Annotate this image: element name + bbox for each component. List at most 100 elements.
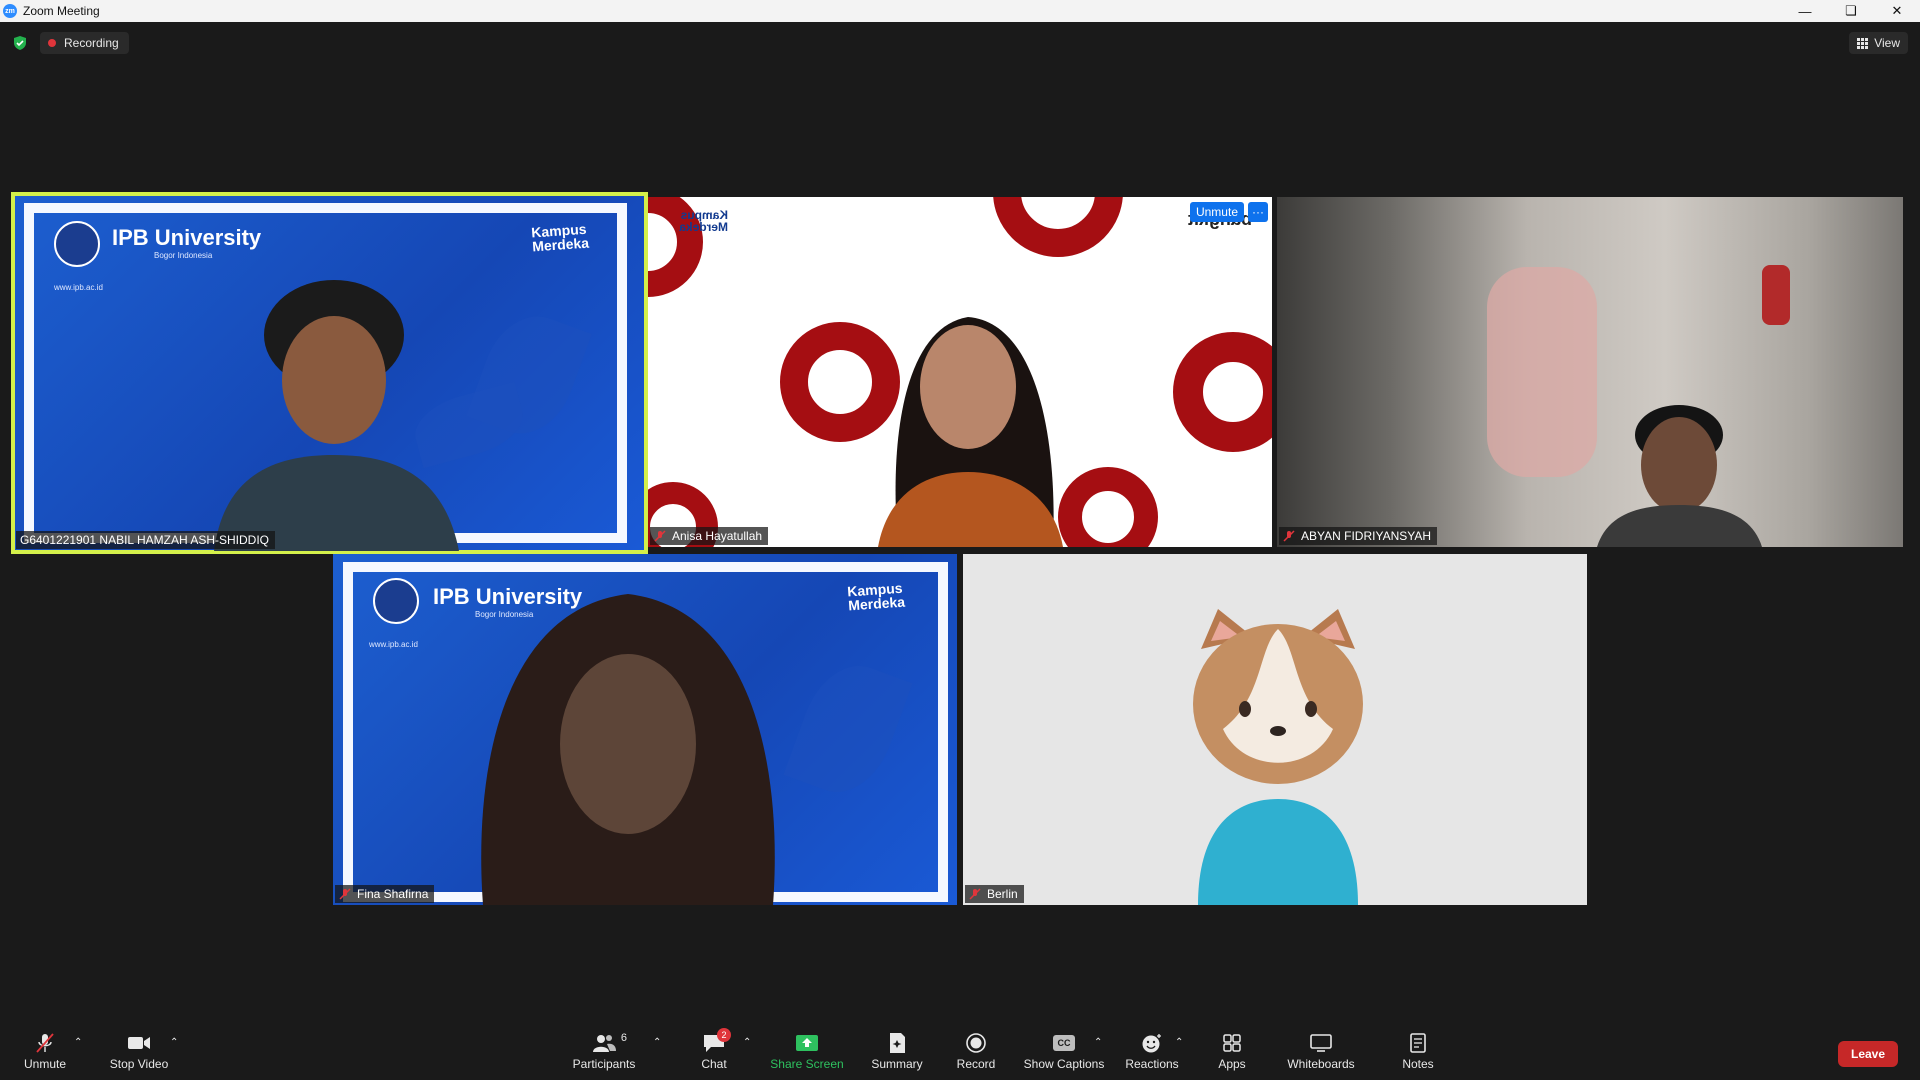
notes-label: Notes (1402, 1057, 1434, 1071)
video-tile[interactable]: Berlin (963, 554, 1587, 905)
participant-video (1597, 405, 1762, 547)
video-camera-icon (128, 1037, 150, 1049)
show-captions-button[interactable]: CC Show Captions (1022, 1024, 1106, 1080)
whiteboard-icon (1310, 1034, 1332, 1052)
ipb-seal-logo (373, 578, 419, 624)
participant-name: G6401221901 NABIL HAMZAH ASH-SHIDDIQ (20, 533, 269, 547)
recording-indicator[interactable]: Recording (40, 32, 129, 54)
muted-mic-icon (339, 888, 351, 900)
video-tile[interactable]: IPB University Bogor Indonesia www.ipb.a… (11, 192, 648, 554)
chat-button[interactable]: 2 Chat (688, 1024, 740, 1080)
participant-name: Berlin (987, 887, 1018, 901)
summary-icon (890, 1033, 905, 1053)
grid-icon (1857, 37, 1869, 49)
captions-options-caret-icon[interactable]: ⌃ (1094, 1037, 1102, 1048)
kampus-merdeka-logo: Kampus Merdeka (530, 220, 590, 255)
share-screen-button[interactable]: Share Screen (768, 1024, 846, 1080)
participants-count: 6 (620, 1032, 627, 1044)
notes-icon (1410, 1033, 1426, 1053)
whiteboards-label: Whiteboards (1287, 1057, 1355, 1071)
minimize-button[interactable]: — (1782, 0, 1828, 22)
participants-label: Participants (572, 1057, 636, 1071)
audio-options-caret-icon[interactable]: ⌃ (74, 1037, 82, 1048)
apps-icon (1223, 1034, 1241, 1052)
reactions-smiley-icon (1142, 1034, 1161, 1053)
participant-name-tag: Anisa Hayatullah (650, 527, 769, 545)
more-options-button[interactable]: ··· (1248, 202, 1268, 222)
chat-unread-badge: 2 (717, 1028, 731, 1042)
meeting-toolbar: Unmute ⌃ Stop Video ⌃ 6 Participants ⌃ 2 (0, 1024, 1920, 1080)
ring-decoration (993, 197, 1123, 257)
muted-mic-icon (1283, 530, 1295, 542)
reactions-options-caret-icon[interactable]: ⌃ (1175, 1037, 1183, 1048)
muted-mic-icon (654, 530, 666, 542)
participant-name-tag: Fina Shafirna (335, 885, 435, 903)
record-label: Record (956, 1057, 996, 1071)
unmute-button[interactable]: Unmute (16, 1024, 74, 1080)
participant-video (481, 594, 775, 905)
video-options-caret-icon[interactable]: ⌃ (170, 1037, 178, 1048)
chat-icon-wrap: 2 (701, 1028, 731, 1054)
view-label: View (1874, 36, 1900, 50)
muted-mic-icon (969, 888, 981, 900)
recording-dot-icon (48, 39, 56, 47)
chat-label: Chat (701, 1057, 727, 1071)
participant-video (214, 280, 459, 551)
stop-video-label: Stop Video (109, 1057, 169, 1071)
reactions-label: Reactions (1125, 1057, 1179, 1071)
show-captions-label: Show Captions (1023, 1057, 1105, 1071)
video-tile[interactable]: IPB University Bogor Indonesia www.ipb.a… (333, 554, 957, 905)
window-controls: — ❏ ✕ (1782, 0, 1920, 22)
unmute-participant-button[interactable]: Unmute (1189, 202, 1244, 222)
close-button[interactable]: ✕ (1874, 0, 1920, 22)
notes-button[interactable]: Notes (1396, 1024, 1440, 1080)
stop-video-button[interactable]: Stop Video (104, 1024, 174, 1080)
ipb-seal-logo (54, 221, 100, 267)
title-bar: zm Zoom Meeting — ❏ ✕ (0, 0, 1920, 22)
participants-button[interactable]: 6 Participants (568, 1024, 640, 1080)
apps-button[interactable]: Apps (1210, 1024, 1254, 1080)
ring-decoration (1173, 332, 1272, 452)
whiteboards-button[interactable]: Whiteboards (1282, 1024, 1360, 1080)
leave-button[interactable]: Leave (1838, 1041, 1898, 1067)
participant-video (878, 317, 1063, 547)
video-tile[interactable]: KampusMerdeka bangkit Unmute ··· Anisa H… (648, 197, 1272, 547)
captions-icon: CC (1053, 1035, 1075, 1051)
share-screen-icon (796, 1035, 818, 1051)
background-subtitle: Bogor Indonesia (154, 251, 213, 260)
meeting-status-bar: Recording View (0, 22, 1920, 64)
chat-options-caret-icon[interactable]: ⌃ (743, 1037, 751, 1048)
microphone-muted-icon (36, 1033, 54, 1053)
restore-button[interactable]: ❏ (1828, 0, 1874, 22)
blurred-object (1762, 265, 1790, 325)
summary-label: Summary (871, 1057, 923, 1071)
view-button[interactable]: View (1849, 32, 1908, 54)
shield-icon[interactable] (12, 35, 28, 51)
participants-icon (593, 1035, 616, 1052)
unmute-label: Unmute (23, 1057, 67, 1071)
zoom-logo-icon: zm (3, 4, 17, 18)
recording-label: Recording (64, 36, 119, 50)
record-button[interactable]: Record (950, 1024, 1002, 1080)
mirrored-kampus-logo: Kampus Merdeka (679, 208, 728, 234)
record-icon (966, 1033, 986, 1053)
blurred-object (1487, 267, 1597, 477)
participant-name: ABYAN FIDRIYANSYAH (1301, 529, 1432, 543)
reactions-button[interactable]: Reactions (1120, 1024, 1184, 1080)
participants-icon-wrap: 6 (591, 1032, 627, 1054)
participant-name-tag: ABYAN FIDRIYANSYAH (1279, 527, 1438, 545)
participant-name: Fina Shafirna (357, 887, 429, 901)
video-tile[interactable]: ABYAN FIDRIYANSYAH (1277, 197, 1903, 547)
background-title: IPB University (112, 225, 262, 250)
participant-name-tag: G6401221901 NABIL HAMZAH ASH-SHIDDIQ (16, 531, 275, 549)
background-url: www.ipb.ac.id (54, 283, 103, 292)
summary-button[interactable]: Summary (864, 1024, 930, 1080)
apps-label: Apps (1218, 1057, 1246, 1071)
cat-avatar (1193, 609, 1363, 905)
participant-name-tag: Berlin (965, 885, 1024, 903)
window-title: Zoom Meeting (23, 4, 100, 18)
participants-options-caret-icon[interactable]: ⌃ (653, 1037, 661, 1048)
participant-name: Anisa Hayatullah (672, 529, 763, 543)
background-url: www.ipb.ac.id (369, 640, 418, 649)
share-screen-label: Share Screen (770, 1057, 844, 1071)
